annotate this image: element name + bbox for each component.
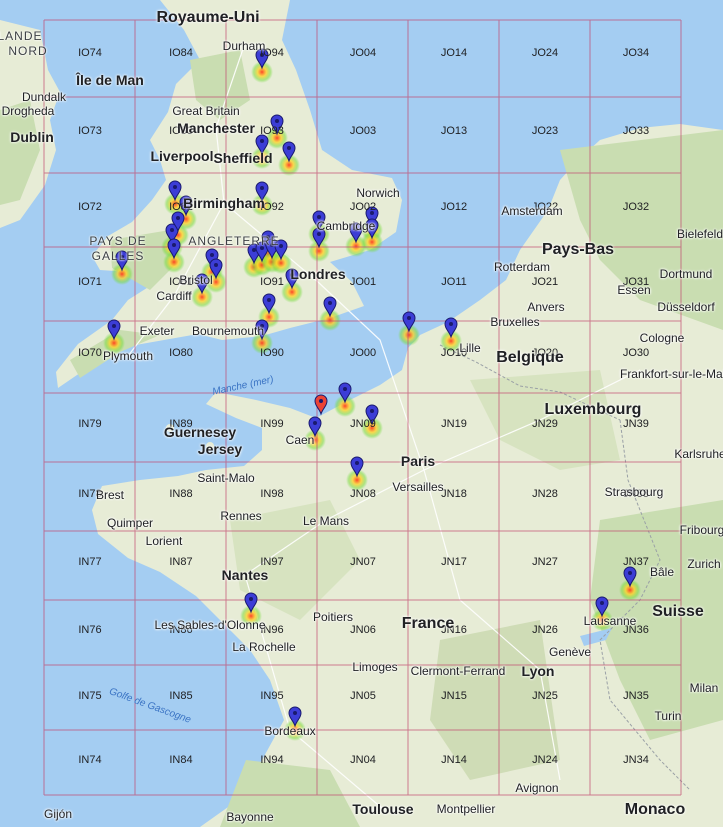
map-canvas[interactable]	[0, 0, 723, 827]
